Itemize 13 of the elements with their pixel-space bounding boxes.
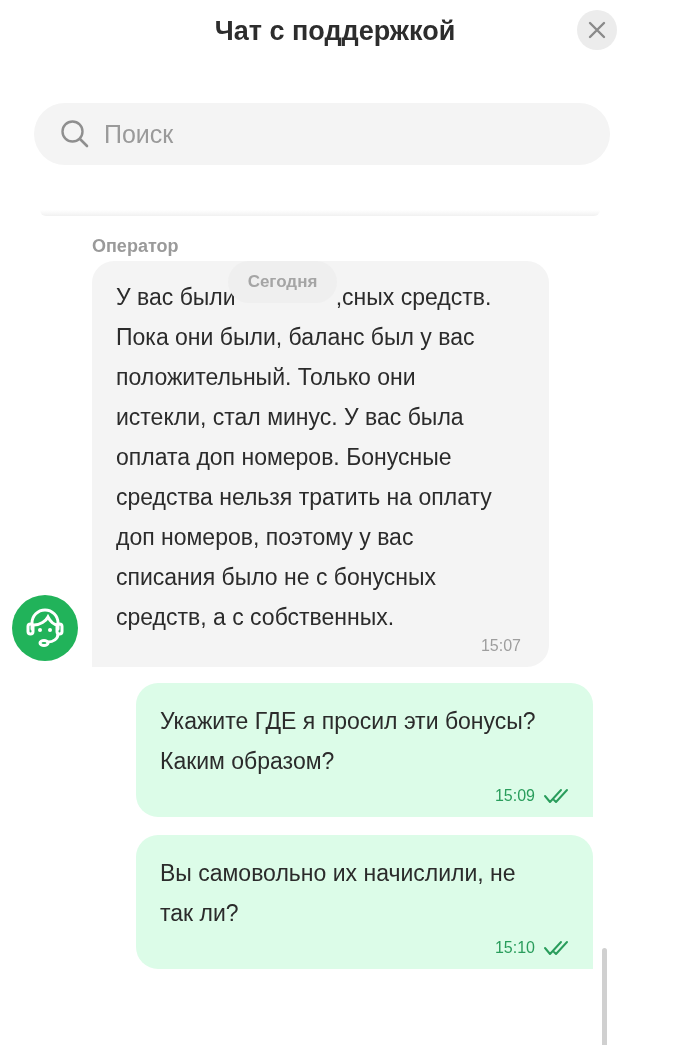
search-icon <box>60 119 90 149</box>
message-time: 15:09 <box>494 787 535 805</box>
operator-avatar-icon <box>12 595 78 661</box>
message-time: 15:07 <box>480 637 521 655</box>
sender-name: Оператор <box>92 236 180 257</box>
close-button[interactable] <box>577 10 617 50</box>
scrollbar[interactable] <box>602 948 607 1045</box>
message-text: Вы самовольно их начислили, не так ли? <box>160 859 517 928</box>
search-field[interactable]: Поиск <box>34 103 610 165</box>
close-icon <box>588 21 606 39</box>
message-text: Укажите ГДЕ я просил эти бонусы? Каким образом? <box>160 707 537 776</box>
chat-title: Чат с поддержкой <box>214 16 456 47</box>
message-time: 15:10 <box>494 939 535 957</box>
